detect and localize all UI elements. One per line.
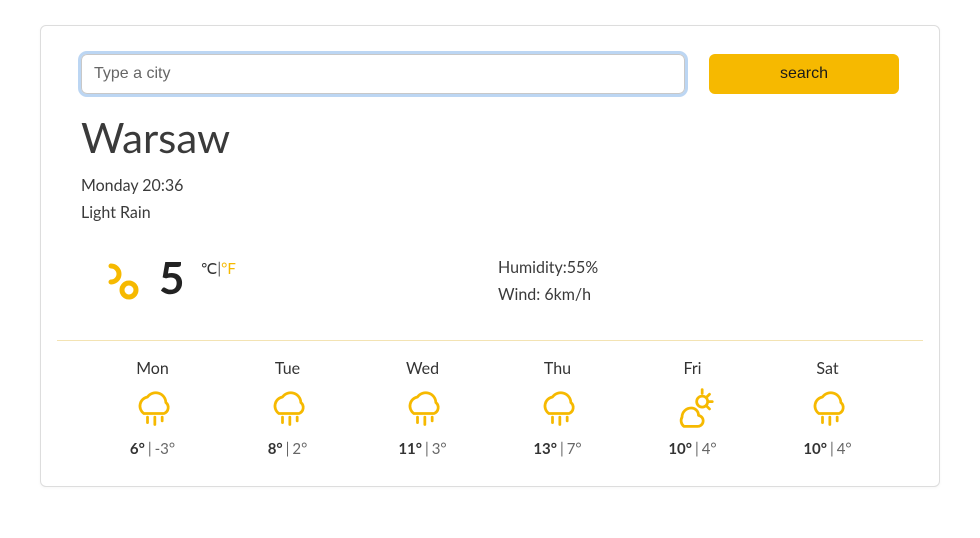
forecast-low: 4° — [837, 440, 852, 458]
current-weather: 5 ℃|°F Humidity:55% Wind: 6km/h — [81, 256, 899, 312]
wind-row: Wind: 6km/h — [498, 285, 899, 304]
forecast-divider — [57, 340, 923, 341]
forecast-sep: | — [286, 440, 290, 458]
forecast-day: Fri 10°|4° — [625, 359, 760, 458]
humidity-value: 55% — [567, 258, 598, 277]
forecast-day-name: Tue — [220, 359, 355, 378]
city-search-input[interactable] — [81, 54, 685, 94]
forecast-low: 3° — [432, 440, 447, 458]
forecast-rain-icon — [806, 386, 850, 430]
unit-fahrenheit[interactable]: °F — [221, 260, 236, 278]
forecast-rain-icon — [401, 386, 445, 430]
forecast-day-name: Fri — [625, 359, 760, 378]
unit-celsius[interactable]: ℃ — [201, 260, 218, 278]
forecast-sep: | — [695, 440, 699, 458]
forecast-high: 10° — [803, 440, 827, 458]
wind-label: Wind: — [498, 285, 544, 304]
forecast-temps: 10°|4° — [760, 440, 895, 458]
forecast-day-name: Mon — [85, 359, 220, 378]
forecast-rain-icon — [266, 386, 310, 430]
forecast-temps: 11°|3° — [355, 440, 490, 458]
forecast-low: 4° — [702, 440, 717, 458]
weather-card: search Warsaw Monday 20:36 Light Rain 5 … — [40, 25, 940, 487]
forecast-sep: | — [148, 440, 152, 458]
condition-text: Light Rain — [81, 203, 899, 222]
forecast-day: Thu 13°|7° — [490, 359, 625, 458]
forecast-low: -3° — [155, 440, 176, 458]
forecast-day: Wed 11°|3° — [355, 359, 490, 458]
current-weather-icon — [97, 260, 145, 304]
unit-toggle: ℃|°F — [201, 260, 236, 278]
forecast-sep: | — [425, 440, 429, 458]
forecast-day-name: Sat — [760, 359, 895, 378]
forecast-high: 6° — [130, 440, 145, 458]
current-temp: 5 — [159, 256, 185, 300]
forecast-high: 11° — [398, 440, 422, 458]
forecast-high: 13° — [533, 440, 557, 458]
forecast-row: Mon6°|-3°Tue8°|2°Wed11°|3°Thu13°|7°Fri10… — [81, 359, 899, 458]
search-row: search — [81, 54, 899, 94]
forecast-low: 7° — [567, 440, 582, 458]
forecast-sep: | — [560, 440, 564, 458]
forecast-day-name: Thu — [490, 359, 625, 378]
humidity-row: Humidity:55% — [498, 258, 899, 277]
forecast-rain-icon — [536, 386, 580, 430]
city-name: Warsaw — [81, 112, 899, 162]
current-left: 5 ℃|°F — [81, 256, 498, 312]
forecast-temps: 10°|4° — [625, 440, 760, 458]
forecast-high: 10° — [668, 440, 692, 458]
forecast-rain-icon — [131, 386, 175, 430]
forecast-high: 8° — [268, 440, 283, 458]
forecast-day: Sat 10°|4° — [760, 359, 895, 458]
humidity-label: Humidity: — [498, 258, 567, 277]
forecast-day-name: Wed — [355, 359, 490, 378]
datetime-text: Monday 20:36 — [81, 176, 899, 195]
search-button[interactable]: search — [709, 54, 899, 94]
forecast-partly-icon — [671, 386, 715, 430]
forecast-temps: 8°|2° — [220, 440, 355, 458]
forecast-sep: | — [830, 440, 834, 458]
forecast-temps: 13°|7° — [490, 440, 625, 458]
forecast-temps: 6°|-3° — [85, 440, 220, 458]
forecast-day: Tue 8°|2° — [220, 359, 355, 458]
current-details: Humidity:55% Wind: 6km/h — [498, 256, 899, 312]
wind-value: 6km/h — [544, 285, 591, 304]
forecast-low: 2° — [292, 440, 307, 458]
forecast-day: Mon 6°|-3° — [85, 359, 220, 458]
